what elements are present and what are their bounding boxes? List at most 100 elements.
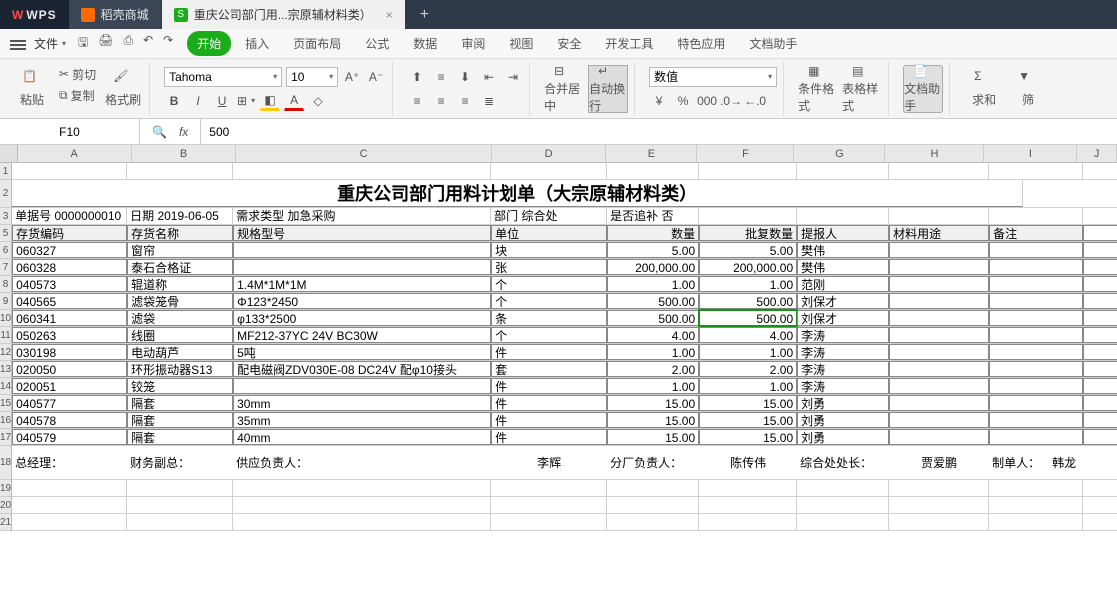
cell-remark[interactable] <box>989 259 1083 275</box>
row-header[interactable]: 14 <box>0 378 11 395</box>
fx-search-icon[interactable]: 🔍 <box>152 125 167 139</box>
cell-remark[interactable] <box>989 378 1083 394</box>
cell-code[interactable]: 020050 <box>12 361 127 377</box>
cell-approved[interactable]: 500.00 <box>699 293 797 309</box>
close-icon[interactable]: × <box>386 8 393 22</box>
sign-finance[interactable]: 财务副总： <box>127 446 233 479</box>
th-usage[interactable]: 材料用途 <box>889 225 989 241</box>
th-unit[interactable]: 单位 <box>491 225 607 241</box>
cell-spec[interactable]: 1.4M*1M*1M <box>233 276 491 292</box>
cell-qty[interactable]: 500.00 <box>607 293 699 309</box>
sign-office[interactable]: 综合处处长： <box>797 446 889 479</box>
cell-qty[interactable]: 200,000.00 <box>607 259 699 275</box>
tab-insert[interactable]: 插入 <box>235 31 279 56</box>
fill-color-button[interactable]: ◧ <box>260 91 280 111</box>
th-person[interactable]: 提报人 <box>797 225 889 241</box>
number-format-combo[interactable]: 数值▾ <box>649 67 777 87</box>
cell-usage[interactable] <box>889 429 989 445</box>
cell-spec[interactable]: φ133*2500 <box>233 310 491 326</box>
cell-code[interactable]: 060341 <box>12 310 127 326</box>
doc-helper-button[interactable]: 📄文档助手 <box>903 65 943 113</box>
cell-name[interactable]: 铰笼 <box>127 378 233 394</box>
cell-remark[interactable] <box>989 429 1083 445</box>
format-painter-button[interactable]: 🖌格式刷 <box>103 65 143 113</box>
cell-usage[interactable] <box>889 310 989 326</box>
fx-label[interactable]: fx <box>179 125 188 139</box>
col-header[interactable]: J <box>1077 145 1117 162</box>
tab-document[interactable]: S重庆公司部门用...宗原辅材料类）× <box>162 0 406 29</box>
cell-approved[interactable]: 15.00 <box>699 429 797 445</box>
indent-left-icon[interactable]: ⇤ <box>479 67 499 87</box>
cell-unit[interactable]: 件 <box>491 378 607 394</box>
row-header[interactable]: 1 <box>0 163 11 180</box>
grow-font-icon[interactable]: A⁺ <box>342 67 362 87</box>
align-center-icon[interactable]: ≡ <box>431 91 451 111</box>
cell-qty[interactable]: 2.00 <box>607 361 699 377</box>
dec-decimal-icon[interactable]: ←.0 <box>745 91 765 111</box>
cell-unit[interactable]: 套 <box>491 361 607 377</box>
cell-code[interactable]: 050263 <box>12 327 127 343</box>
cell-name[interactable]: 隔套 <box>127 429 233 445</box>
cell-name[interactable]: 环形振动器S13 <box>127 361 233 377</box>
cell-spec[interactable]: 40mm <box>233 429 491 445</box>
paste-button[interactable]: 📋粘贴 <box>12 65 52 113</box>
cell-person[interactable]: 李涛 <box>797 327 889 343</box>
meta-reqtype[interactable]: 需求类型 加急采购 <box>233 208 491 224</box>
cell-code[interactable]: 060328 <box>12 259 127 275</box>
cell-qty[interactable]: 500.00 <box>607 310 699 326</box>
cell-approved[interactable]: 500.00 <box>699 310 797 326</box>
sign-maker[interactable]: 制单人： <box>989 446 1049 479</box>
cell-person[interactable]: 李涛 <box>797 361 889 377</box>
cell-usage[interactable] <box>889 327 989 343</box>
tab-developer[interactable]: 开发工具 <box>595 31 663 56</box>
cell-name[interactable]: 辊道称 <box>127 276 233 292</box>
sign-supplier[interactable]: 供应负责人： <box>233 446 491 479</box>
align-right-icon[interactable]: ≡ <box>455 91 475 111</box>
italic-button[interactable]: I <box>188 91 208 111</box>
merge-center-button[interactable]: ⊟合并居中 <box>544 65 584 113</box>
file-menu[interactable]: 文件▾ <box>34 35 66 52</box>
cell-code[interactable]: 040577 <box>12 395 127 411</box>
row-header[interactable]: 3 <box>0 208 11 225</box>
cell-approved[interactable]: 15.00 <box>699 395 797 411</box>
th-code[interactable]: 存货编码 <box>12 225 127 241</box>
cut-button[interactable]: ✂剪切 <box>56 65 99 84</box>
save-icon[interactable]: 🖫 <box>78 33 88 54</box>
row-header[interactable]: 12 <box>0 344 11 361</box>
cell-qty[interactable]: 4.00 <box>607 327 699 343</box>
sign-office-val[interactable]: 贾爱鹏 <box>889 446 989 479</box>
comma-icon[interactable]: 000 <box>697 91 717 111</box>
cell-name[interactable]: 泰石合格证 <box>127 259 233 275</box>
align-left-icon[interactable]: ≡ <box>407 91 427 111</box>
col-header[interactable]: G <box>794 145 885 162</box>
cell-approved[interactable]: 15.00 <box>699 412 797 428</box>
row-header[interactable]: 9 <box>0 293 11 310</box>
row-header[interactable]: 21 <box>0 514 11 531</box>
cell-spec[interactable]: 5吨 <box>233 344 491 360</box>
sum-button[interactable]: Σ求和 <box>964 65 1004 113</box>
cond-format-button[interactable]: ▦条件格式 <box>798 65 838 113</box>
cell-approved[interactable]: 1.00 <box>699 378 797 394</box>
tab-security[interactable]: 安全 <box>547 31 591 56</box>
cell-unit[interactable]: 个 <box>491 327 607 343</box>
cell-code[interactable]: 040565 <box>12 293 127 309</box>
tab-view[interactable]: 视图 <box>499 31 543 56</box>
cell-person[interactable]: 李涛 <box>797 378 889 394</box>
sign-d-val[interactable]: 李辉 <box>491 446 607 479</box>
th-spec[interactable]: 规格型号 <box>233 225 491 241</box>
meta-supplement[interactable]: 是否追补 否 <box>607 208 699 224</box>
print-icon[interactable]: ⎙ <box>124 33 134 54</box>
cell-unit[interactable]: 件 <box>491 412 607 428</box>
cell-remark[interactable] <box>989 412 1083 428</box>
sign-gm[interactable]: 总经理： <box>12 446 127 479</box>
cell-spec[interactable]: 配电磁阀ZDV030E-08 DC24V 配φ10接头 <box>233 361 491 377</box>
underline-button[interactable]: U <box>212 91 232 111</box>
shrink-font-icon[interactable]: A⁻ <box>366 67 386 87</box>
tab-daoke[interactable]: 稻壳商城 <box>69 0 162 29</box>
font-size-combo[interactable]: 10▾ <box>286 67 338 87</box>
row-header[interactable]: 16 <box>0 412 11 429</box>
th-approved[interactable]: 批复数量 <box>699 225 797 241</box>
table-style-button[interactable]: ▤表格样式 <box>842 65 882 113</box>
justify-icon[interactable]: ≣ <box>479 91 499 111</box>
row-header[interactable]: 5 <box>0 225 11 242</box>
